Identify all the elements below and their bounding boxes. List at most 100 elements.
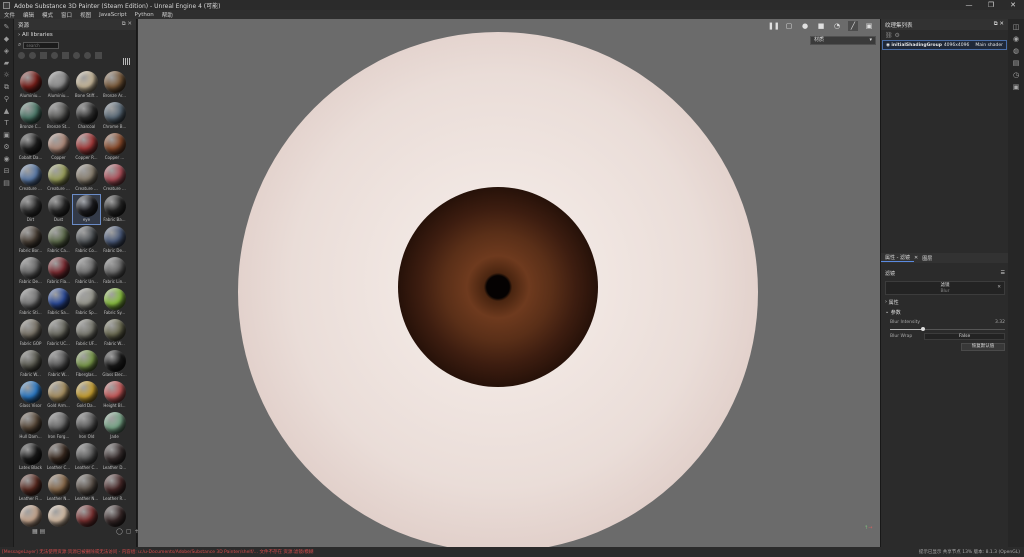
material-thumbnail[interactable]: Jade (101, 412, 128, 441)
material-picker-icon[interactable]: ⚲ (3, 96, 11, 103)
close-button[interactable]: ✕ (1002, 0, 1024, 10)
material-thumbnail[interactable]: Bronze St... (45, 102, 72, 131)
filter-brushes-icon[interactable] (51, 51, 58, 59)
texture-set-icon[interactable]: ◉ (1012, 35, 1020, 43)
material-thumbnail[interactable]: Leather N... (45, 474, 72, 503)
3d-viewport[interactable]: ❚❚ ▢ ● ■ ◔ ╱ ▣ 材质 ▾ ↑→ (138, 19, 880, 547)
material-thumbnail[interactable]: Hull Dam... (17, 412, 44, 441)
filter-alphas-icon[interactable] (62, 51, 69, 59)
material-thumbnail[interactable]: Creature ... (17, 164, 44, 193)
menu-help[interactable]: 帮助 (162, 11, 173, 19)
material-thumbnail[interactable]: Chrome B... (101, 102, 128, 131)
material-thumbnail[interactable]: Fabric UC... (45, 319, 72, 348)
shelf-view-icon[interactable]: ▦ ▤ (32, 528, 45, 535)
minimize-button[interactable]: — (958, 0, 980, 10)
slider-handle[interactable] (921, 327, 926, 331)
material-thumbnail[interactable]: Fabric Un... (73, 257, 100, 286)
material-thumbnail[interactable]: Copper R... (73, 133, 100, 162)
filter-filters-icon[interactable] (73, 51, 80, 59)
material-thumbnail[interactable]: Copper (45, 133, 72, 162)
material-thumbnail[interactable]: Fabric W... (17, 350, 44, 379)
shader-icon[interactable]: ◍ (1012, 47, 1020, 55)
material-thumbnail[interactable]: Dust (45, 195, 72, 224)
filter-materials-icon[interactable] (18, 51, 25, 59)
material-thumbnail[interactable]: Fabric Co... (73, 226, 100, 255)
material-thumbnail[interactable]: Fabric Sti... (17, 288, 44, 317)
filter-smart-materials-icon[interactable] (29, 51, 36, 59)
filter-environments-icon[interactable] (95, 51, 102, 59)
material-thumbnail[interactable]: Fabric Lin... (101, 257, 128, 286)
menu-python[interactable]: Python (135, 12, 154, 18)
library-path[interactable]: › All libraries (14, 30, 136, 40)
material-thumbnail[interactable]: Fabric Sy... (101, 288, 128, 317)
menu-file[interactable]: 文件 (4, 11, 15, 19)
material-thumbnail[interactable]: Leather R... (101, 474, 128, 503)
material-thumbnail[interactable]: Dirt (17, 195, 44, 224)
link-icon[interactable]: ⛓ (885, 32, 893, 39)
material-thumbnail[interactable]: Iron Forg... (45, 412, 72, 441)
clone-icon[interactable]: ⧉ (3, 84, 11, 91)
material-thumbnail[interactable]: Fabric W... (101, 319, 128, 348)
eraser-icon[interactable]: ◆ (3, 36, 11, 43)
sphere-icon[interactable]: ● (800, 21, 810, 31)
material-thumbnail[interactable]: Fiberglas... (73, 350, 100, 379)
camera-mode-icon[interactable]: ▢ (784, 21, 794, 31)
filter-generators-icon[interactable] (84, 51, 91, 59)
status-error-text[interactable]: [MessageLayer] 无法使用资源:资源已被删除或无法访问 - 内容组:… (0, 549, 560, 555)
menu-icon[interactable]: ☰ (1001, 270, 1005, 276)
texture-set-item[interactable]: ◉ initialShadingGroup 4096x4096 Main sha… (882, 40, 1007, 50)
log-icon[interactable]: ▣ (1012, 83, 1020, 91)
material-thumbnail[interactable]: Fabric Bor... (17, 226, 44, 255)
material-thumbnail[interactable]: Leather C... (73, 443, 100, 472)
params-section[interactable]: ⌄ 参数 (881, 307, 1009, 317)
material-thumbnail[interactable]: Fabric De... (17, 257, 44, 286)
screenshot-icon[interactable]: ▣ (864, 21, 874, 31)
blur-intensity-slider[interactable] (890, 327, 1005, 331)
projection-icon[interactable]: ◈ (3, 48, 11, 55)
settings-icon[interactable]: ⚙ (895, 32, 900, 39)
smudge-icon[interactable]: ☼ (3, 72, 11, 79)
material-thumbnail[interactable]: Fabric UF... (73, 319, 100, 348)
menu-mode[interactable]: 模式 (42, 11, 53, 19)
video-icon[interactable]: ■ (816, 21, 826, 31)
material-thumbnail[interactable]: Height Bl... (101, 381, 128, 410)
polygon-fill-icon[interactable]: ▲ (3, 108, 11, 115)
material-thumbnail[interactable]: Fabric Ba... (101, 195, 128, 224)
material-thumbnail[interactable]: Aluminiu... (45, 71, 72, 100)
material-thumbnail[interactable]: Leather C... (45, 443, 72, 472)
material-thumbnail[interactable]: Aluminiu... (17, 71, 44, 100)
material-thumbnail[interactable]: Bronze C... (17, 102, 44, 131)
blur-intensity-value[interactable]: 3.32 (995, 320, 1005, 325)
material-thumbnail[interactable]: Leather N... (73, 474, 100, 503)
material-thumbnail[interactable]: Fabric Fla... (45, 257, 72, 286)
material-thumbnail[interactable] (45, 505, 72, 534)
light-icon[interactable]: ◔ (832, 21, 842, 31)
material-thumbnail[interactable]: Fabric GOP (17, 319, 44, 348)
geometry-fill-icon[interactable]: ▰ (3, 60, 11, 67)
material-thumbnail[interactable]: Glass Visor (17, 381, 44, 410)
menu-view[interactable]: 视图 (80, 11, 91, 19)
material-thumbnail[interactable]: Fabric Ca... (45, 226, 72, 255)
material-thumbnail[interactable]: Gold Arm... (45, 381, 72, 410)
material-thumbnail[interactable]: Cobalt Da... (17, 133, 44, 162)
settings-icon[interactable]: ⚙ (3, 144, 11, 151)
filter-slot[interactable]: 滤镜 Blur ✕ (885, 281, 1005, 295)
filter-textures-icon[interactable] (40, 51, 47, 59)
material-thumbnail[interactable]: Creature ... (45, 164, 72, 193)
menu-edit[interactable]: 编辑 (23, 11, 34, 19)
measure-icon[interactable]: ⊟ (3, 168, 11, 175)
menu-window[interactable]: 窗口 (61, 11, 72, 19)
text-tool-icon[interactable]: T (3, 120, 11, 127)
material-thumbnail[interactable]: Iron Old (73, 412, 100, 441)
search-input[interactable] (23, 41, 60, 49)
material-thumbnail[interactable]: Creature ... (73, 164, 100, 193)
material-thumbnail[interactable]: Fabric De... (101, 226, 128, 255)
material-thumbnail[interactable]: Bronze Ar... (101, 71, 128, 100)
attributes-section[interactable]: › 属性 (881, 297, 1009, 307)
tab-layers[interactable]: 图层 (918, 255, 936, 262)
display-settings-icon[interactable]: ▤ (1012, 59, 1020, 67)
close-icon[interactable]: ✕ (997, 285, 1001, 291)
pause-icon[interactable]: ❚❚ (768, 21, 780, 31)
maximize-button[interactable]: ❐ (980, 0, 1002, 10)
layers-icon[interactable]: ◫ (1012, 23, 1020, 31)
